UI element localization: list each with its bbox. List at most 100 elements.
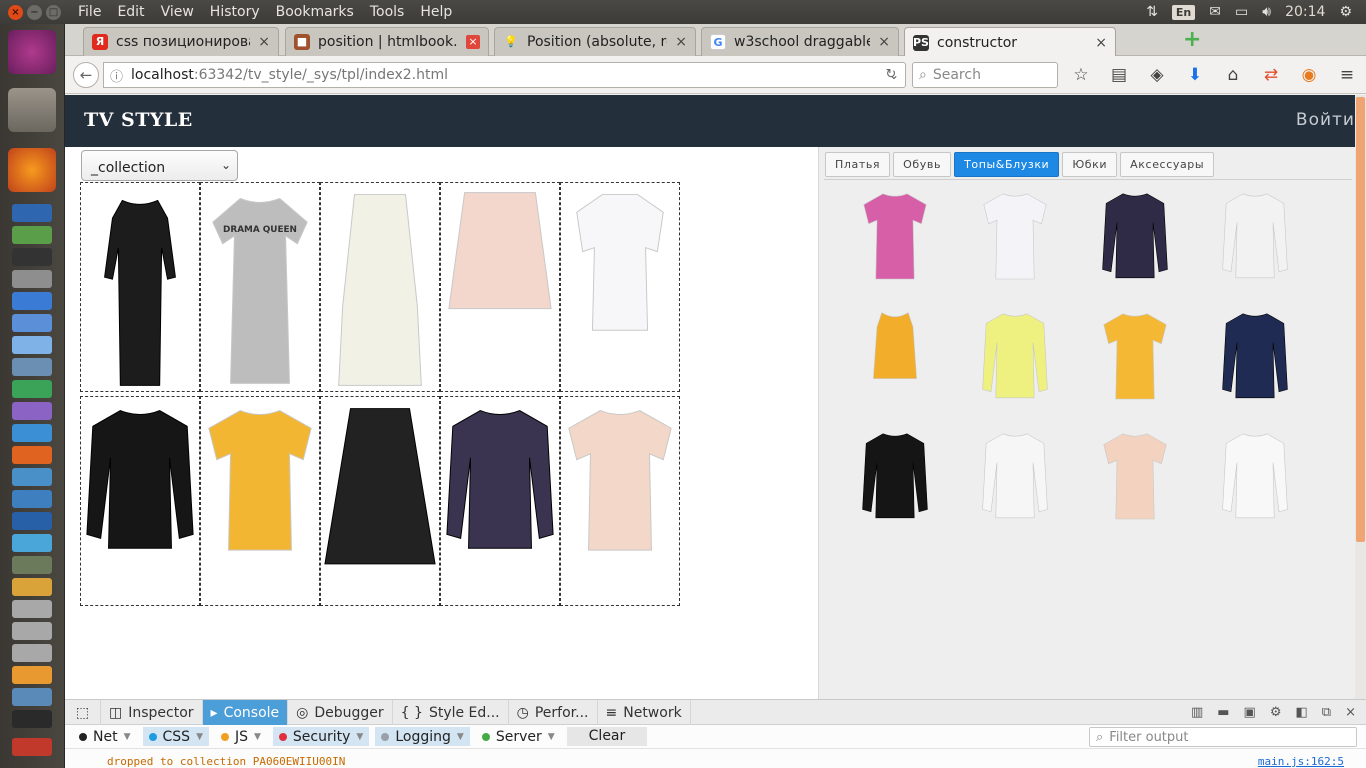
menu-tools[interactable]: Tools xyxy=(362,4,413,20)
bookmark-star-icon[interactable]: ☆ xyxy=(1070,65,1092,85)
mail-icon[interactable]: ✉ xyxy=(1209,4,1221,20)
grid-cell-black-leather-skirt[interactable] xyxy=(320,396,440,606)
site-info-icon[interactable]: ⓘ xyxy=(110,66,123,85)
element-picker-icon[interactable]: ⬚ xyxy=(65,700,101,725)
browser-tab[interactable]: PS constructor × xyxy=(904,27,1116,57)
devtools-tab-styleed[interactable]: { } Style Ed... xyxy=(393,700,509,725)
browser-tab[interactable]: 💡 Position (absolute, relative) × xyxy=(494,27,696,56)
app-icon[interactable] xyxy=(12,688,52,706)
firefox-icon[interactable] xyxy=(8,148,56,192)
site-logo[interactable]: TV STYLE xyxy=(84,109,193,131)
product-floral-navy-shirt[interactable] xyxy=(1079,189,1191,309)
product-pink-floral-tee[interactable] xyxy=(839,189,951,309)
ubuntu-dash-icon[interactable] xyxy=(8,30,56,74)
product-yellow-polka-shirt[interactable] xyxy=(959,309,1071,429)
product-yellow-peplum-tee[interactable] xyxy=(1079,309,1191,429)
close-icon[interactable]: × xyxy=(1345,705,1356,720)
grid-cell-floral-navy-blouse[interactable] xyxy=(440,396,560,606)
layout-icon[interactable]: ▥ xyxy=(1191,705,1203,720)
terminal-icon[interactable] xyxy=(12,248,52,266)
app-icon[interactable] xyxy=(12,402,52,420)
devtools-tab-console[interactable]: ▸ Console xyxy=(202,700,289,725)
product-peach-bow-tee[interactable] xyxy=(1079,429,1191,549)
filter-css[interactable]: CSS ▼ xyxy=(142,727,209,746)
devtools-tab-debugger[interactable]: ◎ Debugger xyxy=(288,700,393,725)
menu-icon[interactable]: ≡ xyxy=(1336,65,1358,85)
tab-category[interactable]: Топы&Блузки xyxy=(954,152,1060,177)
collection-select[interactable]: _collection ⌄ xyxy=(81,150,238,181)
url-bar[interactable]: ⓘ localhost :63342/tv_style/_sys/tpl/ind… xyxy=(103,62,906,88)
window-close-button[interactable]: × xyxy=(8,4,23,20)
menu-history[interactable]: History xyxy=(202,4,268,20)
app-icon[interactable] xyxy=(12,622,52,640)
close-icon[interactable]: × xyxy=(466,35,480,49)
product-navy-zip-blouse[interactable] xyxy=(1199,309,1311,429)
network-arrows-icon[interactable]: ⇅ xyxy=(1146,4,1158,20)
website-copier-icon[interactable] xyxy=(12,710,52,728)
files-icon[interactable] xyxy=(8,88,56,132)
app-icon[interactable] xyxy=(12,270,52,288)
settings-gear-icon[interactable]: ⚙ xyxy=(1339,4,1352,20)
login-link[interactable]: Войти xyxy=(1296,110,1355,130)
product-white-collar-shirt[interactable] xyxy=(959,189,1071,309)
app-icon[interactable] xyxy=(12,666,52,684)
reading-list-icon[interactable]: ▤ xyxy=(1108,65,1130,85)
dock-icon[interactable]: ◧ xyxy=(1296,705,1308,720)
battery-icon[interactable]: ▭ xyxy=(1235,4,1248,20)
split-console-icon[interactable]: ▬ xyxy=(1217,705,1229,720)
keyboard-layout-indicator[interactable]: En xyxy=(1171,4,1196,20)
window-minimize-button[interactable]: − xyxy=(27,4,42,20)
trash-icon[interactable] xyxy=(12,738,52,756)
close-icon[interactable]: × xyxy=(258,34,270,50)
grid-cell-floral-mini-skirt[interactable] xyxy=(440,182,560,392)
grid-cell-drama-queen-tshirt-dress[interactable]: DRAMA QUEEN xyxy=(200,182,320,392)
filter-output-input[interactable]: ⌕ Filter output xyxy=(1089,727,1357,747)
product-yellow-lace-top[interactable] xyxy=(839,309,951,429)
filter-server[interactable]: Server ▼ xyxy=(476,727,561,746)
product-white-sheer-top[interactable] xyxy=(1199,429,1311,549)
menu-edit[interactable]: Edit xyxy=(109,4,152,20)
scrollbar-thumb[interactable] xyxy=(1356,97,1365,542)
responsive-icon[interactable]: ▣ xyxy=(1244,705,1256,720)
browser-tab[interactable]: Gw3school draggable × xyxy=(701,27,899,56)
reload-icon[interactable]: ↻ xyxy=(876,62,906,88)
console-log-source[interactable]: main.js:162:5 xyxy=(1258,755,1344,768)
browser-tab[interactable]: Яcss позиционирование × xyxy=(83,27,279,56)
clock[interactable]: 20:14 xyxy=(1285,4,1325,20)
undock-icon[interactable]: ⧉ xyxy=(1322,705,1331,720)
tab-category[interactable]: Платья xyxy=(825,152,891,177)
menu-file[interactable]: File xyxy=(70,4,109,20)
menu-help[interactable]: Help xyxy=(412,4,460,20)
settings-gear-icon[interactable]: ⚙ xyxy=(1270,705,1282,720)
app-icon[interactable] xyxy=(12,468,52,486)
search-bar[interactable]: ⌕ Search xyxy=(912,62,1058,88)
product-black-pleat-top[interactable] xyxy=(839,429,951,549)
tab-category[interactable]: Юбки xyxy=(1062,152,1118,177)
app-icon[interactable] xyxy=(12,314,52,332)
back-button[interactable]: ← xyxy=(73,62,99,88)
app-icon[interactable] xyxy=(12,226,52,244)
grid-cell-yellow-peplum-top[interactable] xyxy=(200,396,320,606)
product-white-button-shirt[interactable] xyxy=(959,429,1071,549)
app-icon[interactable] xyxy=(12,358,52,376)
clear-console-button[interactable]: Clear xyxy=(566,727,648,746)
product-white-stripe-shirt[interactable] xyxy=(1199,189,1311,309)
app-icon[interactable] xyxy=(12,578,52,596)
grid-cell-white-pencil-skirt[interactable] xyxy=(320,182,440,392)
grid-cell-white-collar-blouse[interactable] xyxy=(560,182,680,392)
new-tab-button[interactable]: + xyxy=(1183,29,1201,51)
app-icon[interactable] xyxy=(12,512,52,530)
pocket-icon[interactable]: ◈ xyxy=(1146,65,1168,85)
software-icon[interactable] xyxy=(12,446,52,464)
filter-logging[interactable]: Logging ▼ xyxy=(375,727,470,746)
calc-icon[interactable] xyxy=(12,380,52,398)
grid-cell-black-long-dress[interactable] xyxy=(80,182,200,392)
tab-category[interactable]: Аксессуары xyxy=(1120,152,1215,177)
filter-net[interactable]: Net ▼ xyxy=(73,727,137,746)
browser-tab[interactable]: ■ position | htmlbook.ru × xyxy=(285,27,489,56)
app-icon[interactable] xyxy=(12,534,52,552)
close-icon[interactable]: × xyxy=(675,34,687,50)
writer-icon[interactable] xyxy=(12,424,52,442)
filter-security[interactable]: Security ▼ xyxy=(272,727,370,746)
sync-icon[interactable]: ⇄ xyxy=(1260,65,1282,85)
